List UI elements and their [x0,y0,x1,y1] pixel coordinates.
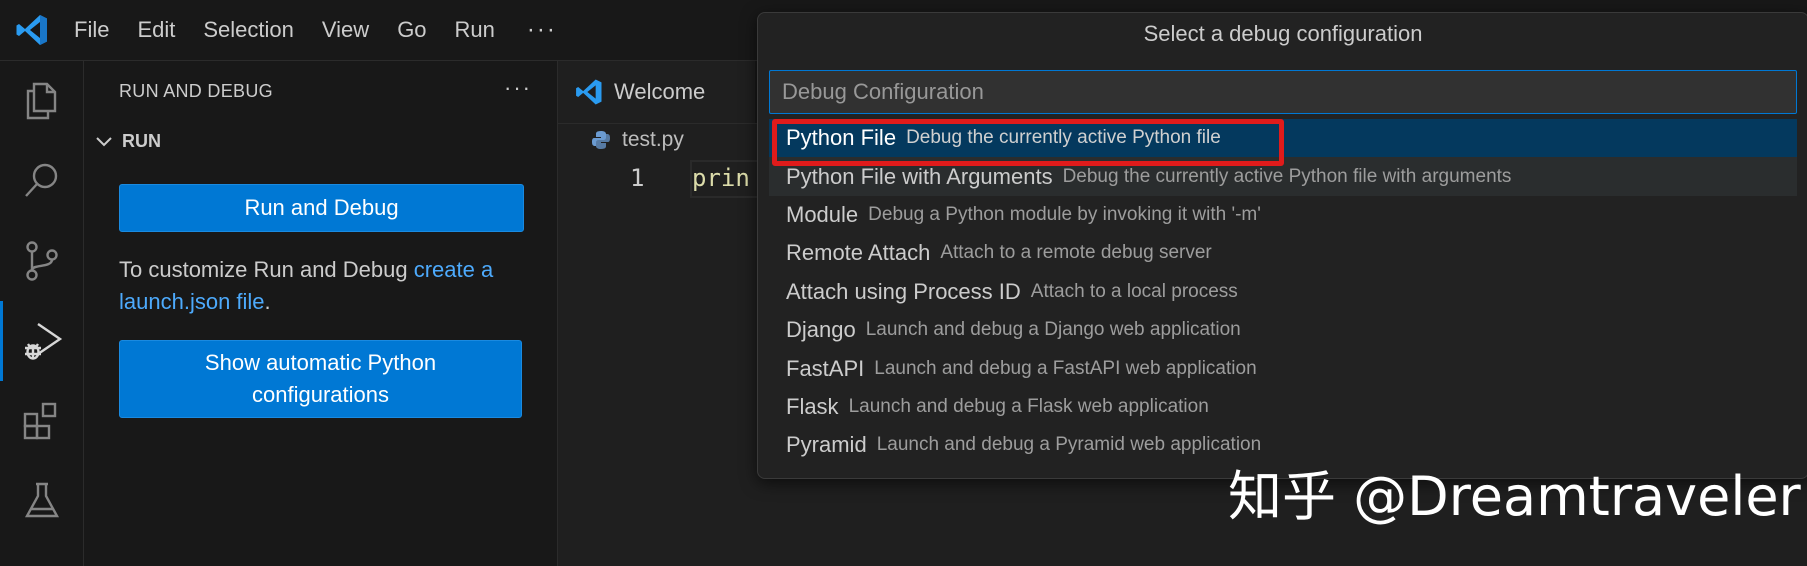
item-label: Python File with Arguments [786,163,1053,189]
item-label: Attach using Process ID [786,278,1021,304]
explorer-icon[interactable] [0,61,83,141]
sidebar-more-icon[interactable]: ··· [504,75,532,101]
tab-welcome[interactable]: Welcome [558,61,756,123]
customize-suffix: . [264,289,271,314]
item-label: FastAPI [786,355,865,381]
breadcrumb[interactable]: test.py [590,128,684,152]
customize-text: To customize Run and Debug create a laun… [119,254,519,318]
item-description: Launch and debug a Pyramid web applicati… [876,434,1262,456]
list-item[interactable]: Flask Launch and debug a Flask web appli… [769,388,1797,426]
menu-bar: File Edit Selection View Go Run ··· [60,0,575,60]
item-label: Module [786,201,859,227]
search-icon[interactable] [0,141,83,221]
line-number: 1 [630,164,645,192]
activity-bar [0,61,84,566]
vscode-logo-icon [576,79,602,105]
debug-configuration-input[interactable] [769,70,1797,114]
customize-prefix: To customize Run and Debug [119,257,414,282]
list-item[interactable]: Django Launch and debug a Django web app… [769,311,1797,349]
extensions-icon[interactable] [0,381,83,461]
vscode-logo-icon [16,15,47,45]
list-item[interactable]: Remote Attach Attach to a remote debug s… [769,234,1797,272]
watermark: 知乎 @Dreamtraveler [1228,465,1801,528]
item-description: Debug the currently active Python file w… [1062,165,1512,187]
menu-go[interactable]: Go [383,0,440,60]
tab-welcome-label: Welcome [614,79,706,104]
item-description: Attach to a remote debug server [940,242,1212,264]
menu-selection[interactable]: Selection [189,0,308,60]
list-item[interactable]: FastAPI Launch and debug a FastAPI web a… [769,349,1797,387]
item-description: Attach to a local process [1030,280,1238,302]
chevron-down-icon [96,136,112,146]
show-automatic-python-configurations-button[interactable]: Show automatic Python configurations [119,340,522,418]
testing-icon[interactable] [0,461,83,541]
item-label: Django [786,317,856,343]
list-item[interactable]: Attach using Process ID Attach to a loca… [769,273,1797,311]
run-and-debug-button[interactable]: Run and Debug [119,184,524,232]
configuration-list: Python File Debug the currently active P… [769,119,1797,465]
quick-pick-title: Select a debug configuration [1143,21,1423,46]
section-run-label: RUN [122,131,161,151]
menu-file[interactable]: File [60,0,123,60]
breadcrumb-file: test.py [622,128,684,151]
python-file-icon [592,131,610,149]
annotation-highlight-box [772,119,1284,166]
source-control-icon[interactable] [0,221,83,301]
sidebar-title: RUN AND DEBUG [119,81,273,101]
item-description: Launch and debug a Flask web application [848,395,1209,417]
item-description: Debug a Python module by invoking it wit… [868,203,1261,225]
menu-run[interactable]: Run [441,0,509,60]
menu-edit[interactable]: Edit [123,0,189,60]
item-label: Remote Attach [786,240,931,266]
run-debug-icon[interactable] [0,301,83,381]
run-debug-sidebar: RUN AND DEBUG ··· RUN Run and Debug To c… [84,61,558,566]
debug-configuration-quick-pick: Select a debug configuration Python File… [757,12,1807,479]
list-item[interactable]: Module Debug a Python module by invoking… [769,196,1797,234]
item-description: Launch and debug a Django web applicatio… [865,319,1241,341]
section-run-header[interactable]: RUN [94,131,161,152]
item-label: Flask [786,393,839,419]
menu-more-icon[interactable]: ··· [509,0,575,60]
menu-view[interactable]: View [308,0,383,60]
code-line[interactable]: prin [692,164,750,192]
item-description: Launch and debug a FastAPI web applicati… [874,357,1257,379]
item-label: Pyramid [786,432,867,458]
